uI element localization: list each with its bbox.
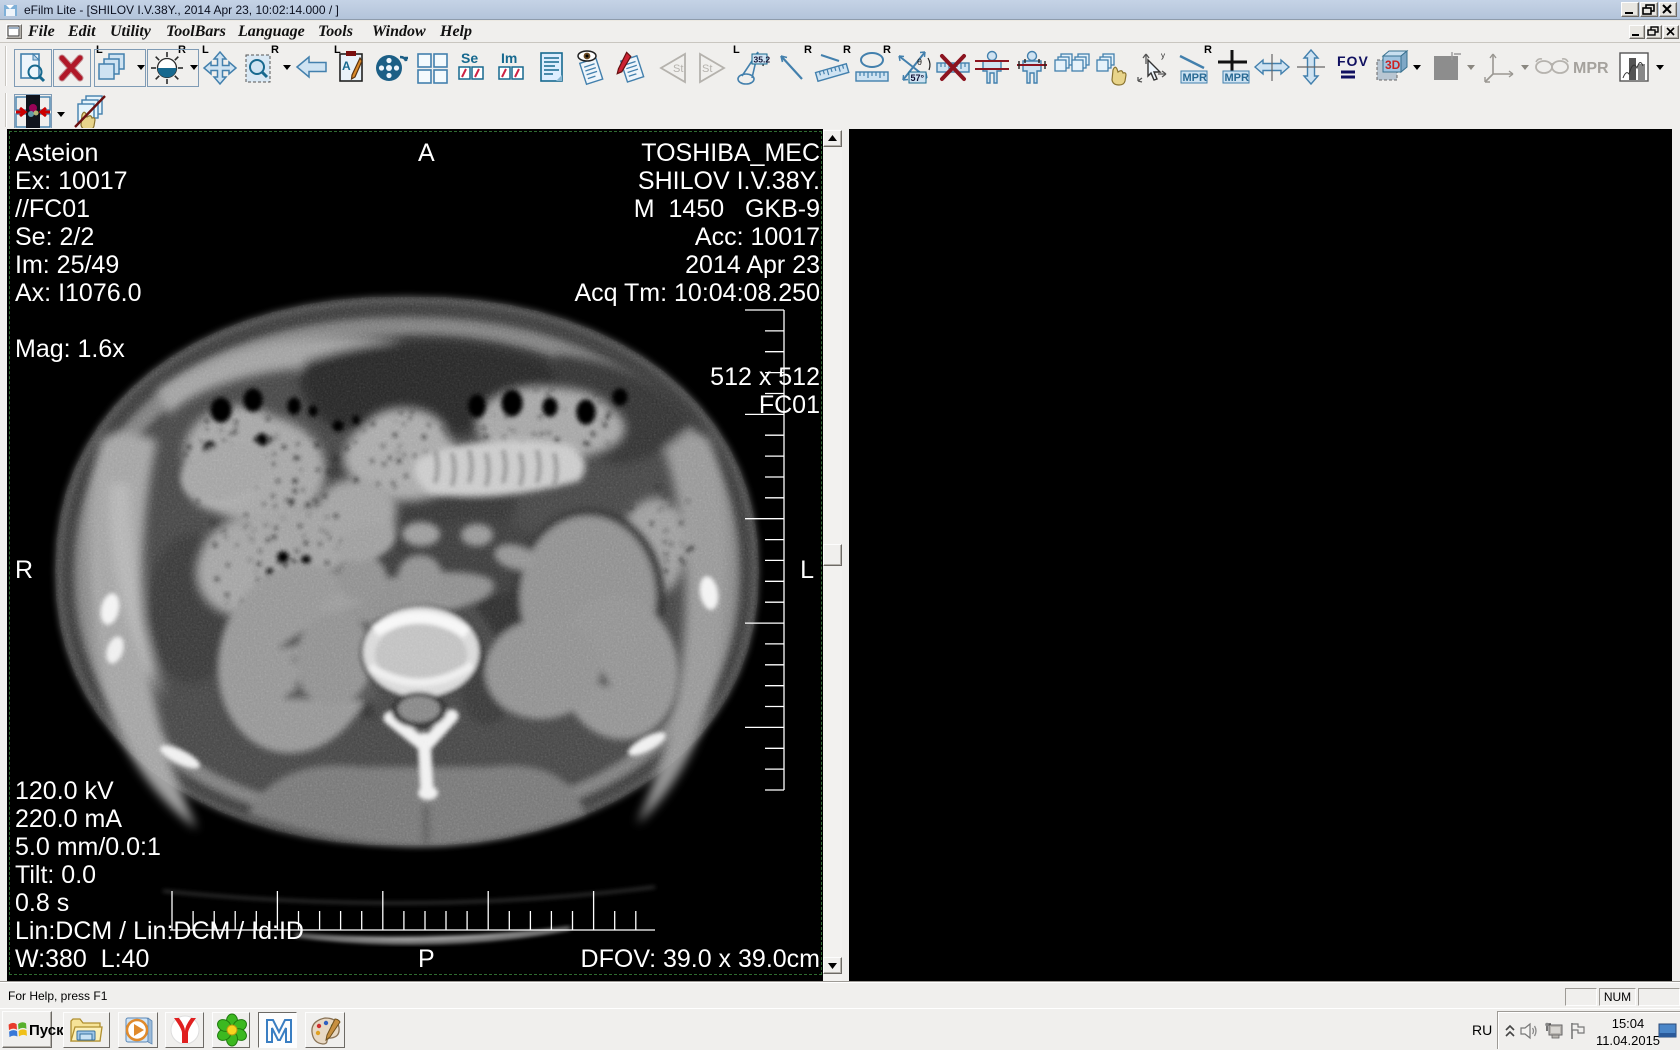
svg-text:3D: 3D: [1385, 58, 1401, 72]
svg-text:St: St: [702, 63, 712, 75]
svg-text:MPR: MPR: [1225, 72, 1250, 84]
svg-text:MPR: MPR: [1183, 72, 1208, 84]
svg-text:y: y: [1161, 51, 1165, 60]
svg-text:St: St: [673, 63, 683, 75]
svg-text:FOV: FOV: [1337, 53, 1369, 69]
svg-text:Im: Im: [501, 50, 517, 66]
svg-text:θ: θ: [917, 57, 922, 67]
svg-text:57°: 57°: [911, 73, 925, 83]
svg-text:Se: Se: [461, 50, 478, 66]
svg-text:35.2: 35.2: [754, 55, 771, 65]
svg-text:MPR: MPR: [1573, 60, 1609, 77]
svg-text:A: A: [342, 59, 351, 73]
